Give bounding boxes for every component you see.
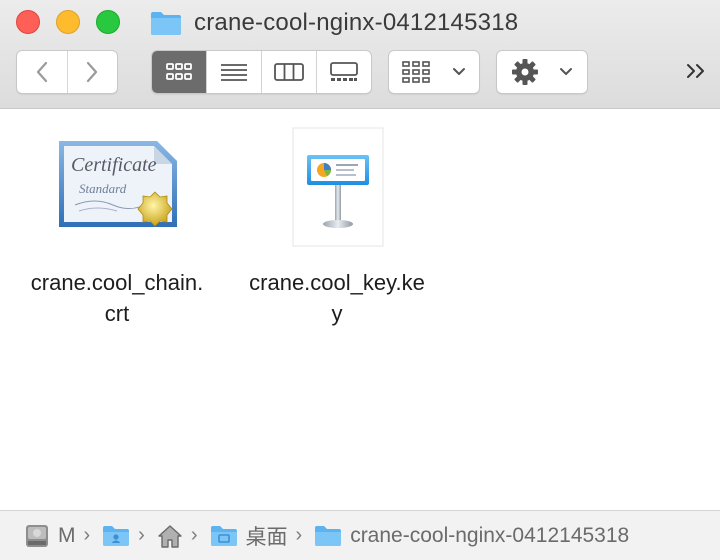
path-item-user[interactable] xyxy=(102,525,130,547)
list-view-button[interactable] xyxy=(206,51,261,93)
certificate-icon: Certificate Standard xyxy=(57,127,179,237)
path-separator: › xyxy=(83,524,91,546)
forward-button[interactable] xyxy=(66,51,118,93)
path-item-current-folder[interactable]: crane-cool-nginx-0412145318 xyxy=(314,524,629,548)
icon-view-icon xyxy=(166,63,192,80)
view-mode-control xyxy=(151,50,372,94)
file-name: crane.cool_chain. crt xyxy=(17,267,217,329)
path-item-home[interactable] xyxy=(157,524,183,548)
svg-text:Standard: Standard xyxy=(79,181,127,196)
path-separator: › xyxy=(295,524,303,546)
file-name: crane.cool_key.ke y xyxy=(237,267,437,329)
column-view-icon xyxy=(274,63,304,81)
column-view-button[interactable] xyxy=(261,51,316,93)
gallery-view-button[interactable] xyxy=(316,51,371,93)
toolbar: crane-cool-nginx-0412145318 xyxy=(0,0,720,109)
path-item-label: crane-cool-nginx-0412145318 xyxy=(350,523,630,547)
window-title-text: crane-cool-nginx-0412145318 xyxy=(194,9,519,36)
desktop-folder-icon xyxy=(210,525,237,546)
path-item-label: M xyxy=(58,523,76,547)
file-area: Certificate Standard crane.cool_chain. c… xyxy=(0,109,720,510)
hard-drive-icon xyxy=(26,524,48,547)
path-separator: › xyxy=(138,524,145,546)
folder-icon xyxy=(151,12,181,35)
zoom-button[interactable] xyxy=(96,10,120,34)
svg-text:Certificate: Certificate xyxy=(71,154,157,176)
gallery-view-icon xyxy=(330,62,358,81)
group-button[interactable] xyxy=(388,50,480,94)
path-separator: › xyxy=(190,524,198,546)
path-bar: M › › › 桌面 › crane-cool-nginx-0412145318 xyxy=(0,510,720,560)
navigation-buttons xyxy=(16,50,118,94)
path-item-disk[interactable]: M xyxy=(24,523,76,549)
file-name-line-2: y xyxy=(331,301,343,326)
minimize-button[interactable] xyxy=(56,10,80,34)
icon-view-button[interactable] xyxy=(152,51,206,93)
double-chevron-right-icon xyxy=(687,64,704,78)
file-name-line-1: crane.cool_key.ke xyxy=(249,270,425,295)
path-item-label: 桌面 xyxy=(245,525,288,549)
finder-window: crane-cool-nginx-0412145318 Certificate … xyxy=(0,0,720,560)
group-grid-icon xyxy=(402,61,430,83)
file-name-line-2: crt xyxy=(104,301,130,326)
action-button[interactable] xyxy=(496,50,588,94)
close-button[interactable] xyxy=(16,10,40,34)
list-view-icon xyxy=(221,64,247,81)
chevron-right-icon xyxy=(87,61,98,83)
chevron-down-icon xyxy=(560,68,572,75)
chevron-left-icon xyxy=(36,61,47,83)
keynote-icon xyxy=(292,127,384,247)
toolbar-overflow-button[interactable] xyxy=(682,56,712,86)
path-item-desktop[interactable]: 桌面 xyxy=(210,521,288,551)
window-title: crane-cool-nginx-0412145318 xyxy=(150,6,518,40)
gear-icon xyxy=(512,59,538,85)
user-folder-icon xyxy=(103,525,130,546)
back-button[interactable] xyxy=(17,51,67,93)
file-name-line-1: crane.cool_chain. xyxy=(30,270,204,295)
folder-icon xyxy=(315,525,342,546)
chevron-down-icon xyxy=(453,68,465,75)
home-icon xyxy=(158,524,182,548)
